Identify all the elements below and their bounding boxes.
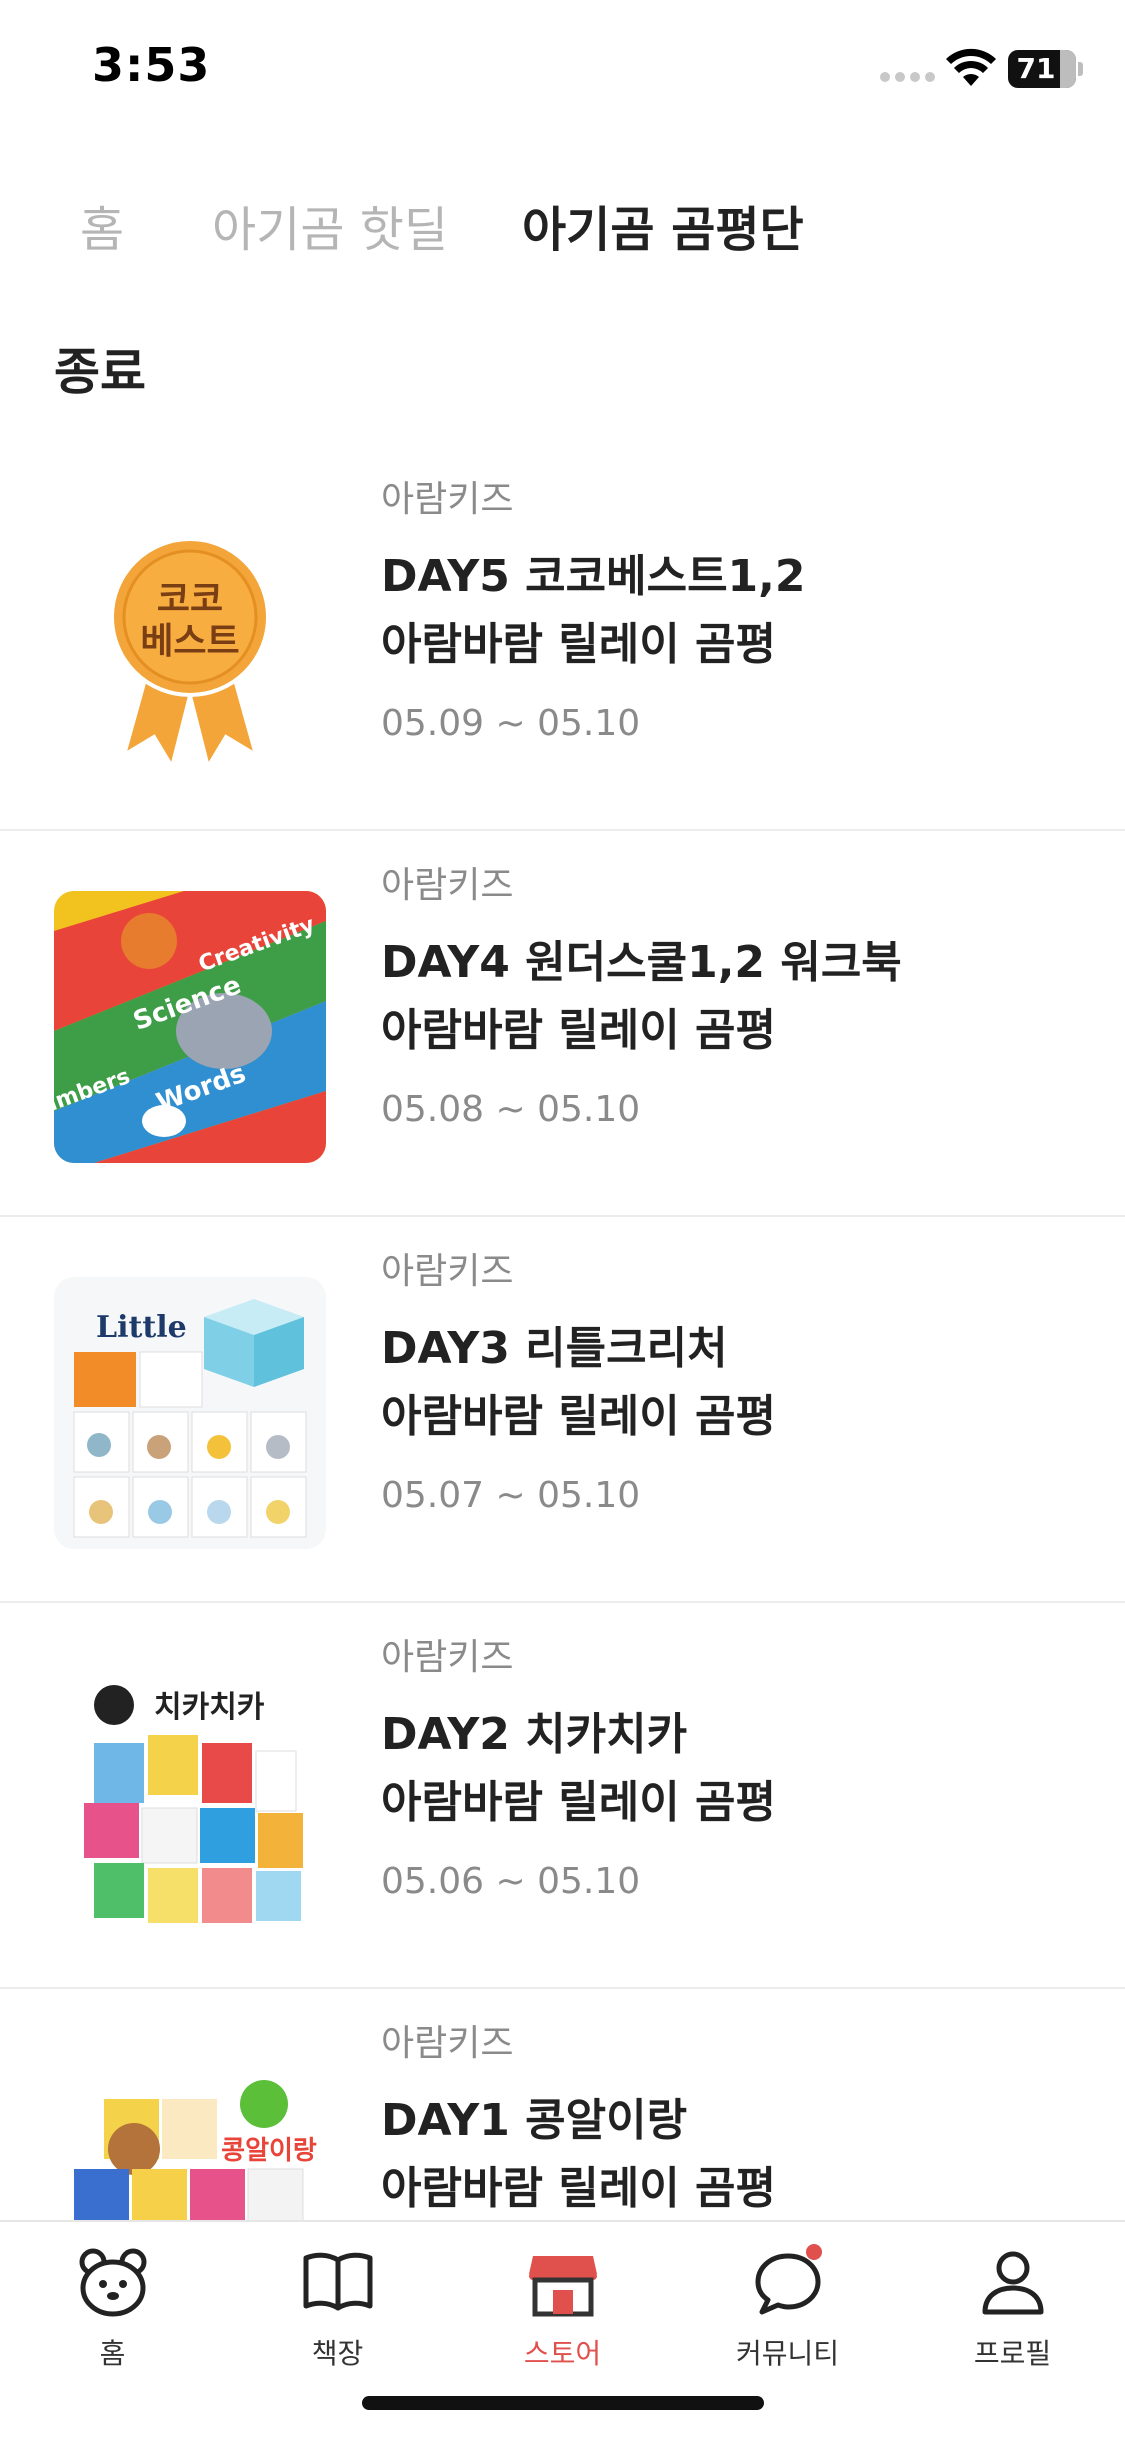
- medal-text-1: 코코: [157, 579, 223, 620]
- event-list: 코코 베스트 아람키즈 DAY5 코코베스트1,2 아람바람 릴레이 곰평 05…: [0, 445, 1125, 2375]
- list-item[interactable]: 치카치카 아람키즈 DAY2 치카치카 아람바람 릴레이 곰평 05.06 ~ …: [0, 1603, 1125, 1989]
- item-period: 05.06 ~ 05.10: [381, 1861, 641, 1902]
- nav-store[interactable]: 스토어: [450, 2242, 675, 2382]
- list-item[interactable]: Little 아람키즈 DAY3 리틀크리처 아람바람 릴레이 곰평 05.07…: [0, 1217, 1125, 1603]
- person-icon: [982, 2251, 1043, 2315]
- item-info: 아람키즈 DAY3 리틀크리처 아람바람 릴레이 곰평 05.07 ~ 05.1…: [381, 1249, 1085, 1516]
- tab-hot-deal[interactable]: 아기곰 핫딜: [212, 190, 448, 270]
- item-title-line1: DAY1 콩알이랑: [381, 2095, 688, 2146]
- item-period: 05.08 ~ 05.10: [381, 1089, 641, 1130]
- product-thumbnail: 코코 베스트: [54, 505, 326, 777]
- chat-bubble-icon: [755, 2244, 822, 2315]
- nav-home[interactable]: 홈: [0, 2242, 225, 2382]
- book-icon: [303, 2252, 372, 2311]
- tab-home[interactable]: 홈: [80, 190, 124, 270]
- item-period: 05.07 ~ 05.10: [381, 1475, 641, 1516]
- nav-label-community: 커뮤니티: [735, 2337, 840, 2370]
- item-title-line1: DAY2 치카치카: [381, 1709, 688, 1760]
- item-title-line1: DAY4 원더스쿨1,2 워크북: [381, 937, 902, 988]
- nav-label-bookshelf: 책장: [311, 2337, 364, 2370]
- nav-label-store: 스토어: [523, 2337, 602, 2370]
- battery-cap: [1078, 62, 1083, 76]
- nav-community[interactable]: 커뮤니티: [675, 2242, 900, 2382]
- bear-icon: [79, 2248, 146, 2317]
- thumb-logo-kongal: 콩알이랑: [221, 2136, 317, 2166]
- item-title: DAY5 코코베스트1,2 아람바람 릴레이 곰평: [381, 543, 1085, 679]
- item-info: 아람키즈 DAY4 원더스쿨1,2 워크북 아람바람 릴레이 곰평 05.08 …: [381, 863, 1085, 1130]
- item-info: 아람키즈 DAY2 치카치카 아람바람 릴레이 곰평 05.06 ~ 05.10: [381, 1635, 1085, 1902]
- nav-label-profile: 프로필: [973, 2337, 1052, 2370]
- tab-review-group[interactable]: 아기곰 곰평단: [522, 190, 804, 270]
- product-thumbnail: Little: [54, 1277, 326, 1549]
- item-title: DAY1 콩알이랑 아람바람 릴레이 곰평: [381, 2087, 1085, 2223]
- list-item[interactable]: 코코 베스트 아람키즈 DAY5 코코베스트1,2 아람바람 릴레이 곰평 05…: [0, 445, 1125, 831]
- item-info: 아람키즈 DAY5 코코베스트1,2 아람바람 릴레이 곰평 05.09 ~ 0…: [381, 477, 1085, 744]
- home-indicator: [362, 2396, 764, 2410]
- top-tabs: 홈 아기곰 핫딜 아기곰 곰평단: [0, 190, 1125, 270]
- thumb-logo-little: Little: [96, 1310, 187, 1345]
- item-period: 05.09 ~ 05.10: [381, 703, 641, 744]
- thumb-logo-chika: 치카치카: [154, 1690, 265, 1725]
- medal-text-2: 베스트: [140, 621, 239, 662]
- item-info: 아람키즈 DAY1 콩알이랑 아람바람 릴레이 곰평: [381, 2021, 1085, 2247]
- nav-bookshelf[interactable]: 책장: [225, 2242, 450, 2382]
- medal-icon: 코코 베스트: [110, 537, 270, 773]
- item-brand: 아람키즈: [381, 479, 514, 520]
- wifi-icon: [946, 48, 996, 86]
- nav-profile[interactable]: 프로필: [900, 2242, 1125, 2382]
- notification-badge: [805, 2244, 822, 2260]
- item-title-line2: 아람바람 릴레이 곰평: [381, 619, 776, 670]
- status-bar: 3:53 71: [0, 0, 1125, 140]
- item-title-line2: 아람바람 릴레이 곰평: [381, 1777, 776, 1828]
- item-brand: 아람키즈: [381, 865, 514, 906]
- item-title-line1: DAY3 리틀크리처: [381, 1323, 728, 1374]
- product-thumbnail: Science Creativity Words Numbers: [54, 891, 326, 1163]
- store-icon: [528, 2256, 597, 2317]
- item-title-line2: 아람바람 릴레이 곰평: [381, 2163, 776, 2214]
- item-title-line1: DAY5 코코베스트1,2: [381, 551, 806, 602]
- item-title: DAY4 원더스쿨1,2 워크북 아람바람 릴레이 곰평: [381, 929, 1085, 1065]
- cellular-signal-icon: [880, 72, 935, 82]
- item-brand: 아람키즈: [381, 1637, 514, 1678]
- item-title-line2: 아람바람 릴레이 곰평: [381, 1005, 776, 1056]
- battery-level: 71: [1016, 52, 1056, 85]
- nav-label-home: 홈: [99, 2337, 126, 2370]
- section-title: 종료: [54, 343, 146, 401]
- item-brand: 아람키즈: [381, 1251, 514, 1292]
- list-item[interactable]: Science Creativity Words Numbers 아람키즈 DA…: [0, 831, 1125, 1217]
- product-thumbnail: 치카치카: [54, 1663, 326, 1935]
- battery-icon: 71: [1008, 50, 1076, 88]
- item-title-line2: 아람바람 릴레이 곰평: [381, 1391, 776, 1442]
- item-title: DAY2 치카치카 아람바람 릴레이 곰평: [381, 1701, 1085, 1837]
- status-time: 3:53: [92, 38, 211, 92]
- item-title: DAY3 리틀크리처 아람바람 릴레이 곰평: [381, 1315, 1085, 1451]
- item-brand: 아람키즈: [381, 2023, 514, 2064]
